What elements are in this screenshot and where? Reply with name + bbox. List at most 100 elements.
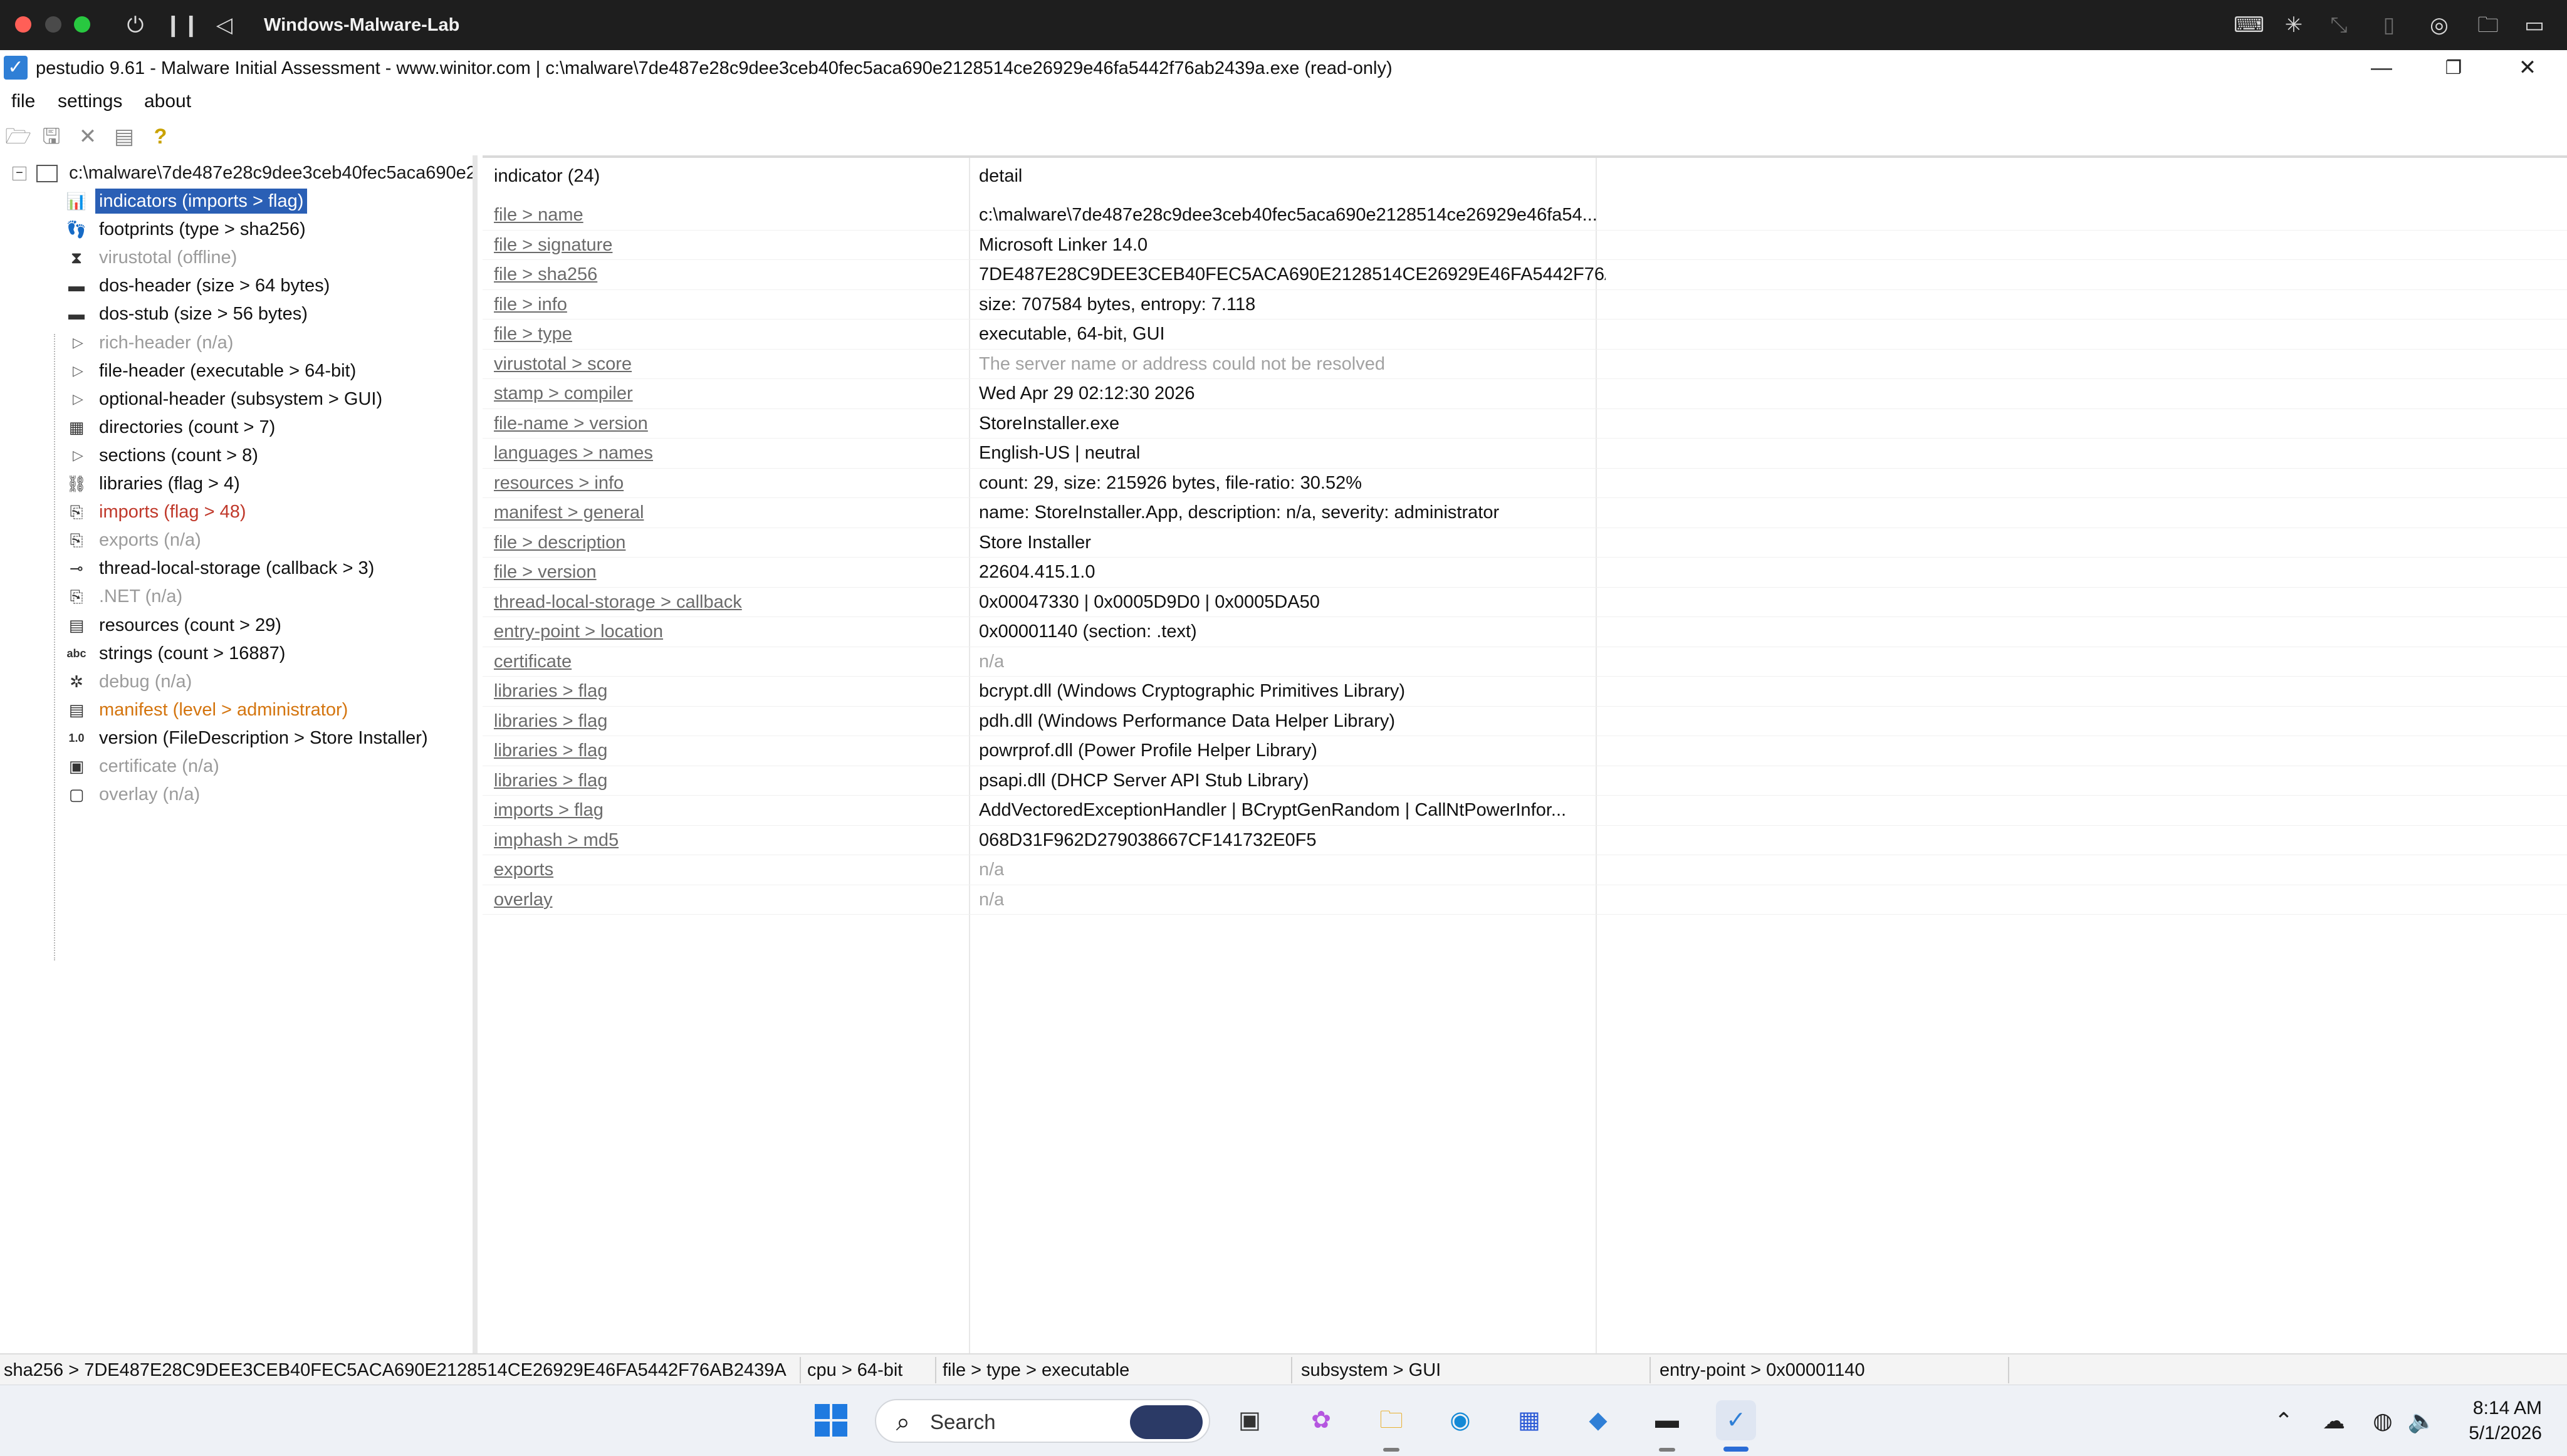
tree-node[interactable]: ▢ overlay (n/a) <box>0 780 473 808</box>
table-row[interactable]: file > info size: 707584 bytes, entropy: … <box>483 290 2567 320</box>
indicator-link[interactable]: libraries > flag <box>494 709 607 734</box>
tree-node[interactable]: 1.0 version (FileDescription > Store Inst… <box>0 724 473 752</box>
resize-icon[interactable]: ⤡ <box>2324 10 2354 40</box>
app-icon[interactable]: ◆ <box>1578 1400 1618 1440</box>
indicator-link[interactable]: file > name <box>494 202 583 227</box>
indicator-link[interactable]: file > description <box>494 530 625 555</box>
table-row[interactable]: file > version 22604.415.1.0 <box>483 558 2567 588</box>
table-row[interactable]: file > sha256 7DE487E28C9DEE3CEB40FEC5ACA… <box>483 260 2567 290</box>
folder-share-icon[interactable]: 🗀 <box>2473 10 2503 40</box>
indicator-link[interactable]: libraries > flag <box>494 738 607 763</box>
chevron-up-icon[interactable]: ⌃ <box>2267 1407 2300 1435</box>
tree-node[interactable]: ▷ optional-header (subsystem > GUI) <box>0 385 473 413</box>
table-row[interactable]: overlay n/a <box>483 885 2567 915</box>
tree-node[interactable]: ▦ directories (count > 7) <box>0 413 473 441</box>
expand-icon[interactable]: ▷ <box>73 445 85 466</box>
cloud-offline-icon[interactable]: ☁ <box>2318 1407 2350 1435</box>
restore-button[interactable]: ❐ <box>2419 50 2488 86</box>
keyboard-icon[interactable]: ⌨ <box>2234 10 2264 40</box>
tree-node[interactable]: ⧗ virustotal (offline) <box>0 243 473 271</box>
table-row[interactable]: libraries > flag psapi.dll (DHCP Server A… <box>483 766 2567 796</box>
table-row[interactable]: manifest > general name: StoreInstaller.A… <box>483 498 2567 528</box>
indicator-link[interactable]: file > type <box>494 321 572 346</box>
tree-node[interactable]: ▣ certificate (n/a) <box>0 752 473 780</box>
indicator-link[interactable]: file > version <box>494 559 597 585</box>
table-row[interactable]: imports > flag AddVectoredExceptionHandle… <box>483 796 2567 826</box>
minimize-button[interactable]: — <box>2347 50 2416 86</box>
close-file-icon[interactable]: ✕ <box>75 124 100 149</box>
table-row[interactable]: resources > info count: 29, size: 215926 … <box>483 469 2567 498</box>
table-row[interactable]: certificate n/a <box>483 647 2567 677</box>
tree-node[interactable]: ⎘ .NET (n/a) <box>0 582 473 610</box>
open-icon[interactable]: 🗁 <box>5 124 31 149</box>
indicator-link[interactable]: imphash > md5 <box>494 828 619 853</box>
clipboard-icon[interactable]: ▤ <box>112 124 137 149</box>
indicator-link[interactable]: manifest > general <box>494 500 644 525</box>
start-button[interactable] <box>811 1400 851 1440</box>
menu-about[interactable]: about <box>144 90 191 113</box>
tree-node[interactable]: 📊 indicators (imports > flag) <box>0 187 473 215</box>
tree-node[interactable]: ▷ file-header (executable > 64-bit) <box>0 356 473 385</box>
help-icon[interactable]: ? <box>148 124 173 149</box>
indicator-link[interactable]: entry-point > location <box>494 619 663 644</box>
table-row[interactable]: file-name > version StoreInstaller.exe <box>483 409 2567 439</box>
pause-icon[interactable]: ❙❙ <box>164 10 200 40</box>
tree-node[interactable]: abc strings (count > 16887) <box>0 639 473 667</box>
expand-icon[interactable]: ▷ <box>73 360 85 382</box>
indicator-link[interactable]: libraries > flag <box>494 679 607 704</box>
copilot-icon[interactable]: ✿ <box>1301 1400 1341 1440</box>
tree-node[interactable]: ▬ dos-stub (size > 56 bytes) <box>0 299 473 328</box>
store-icon[interactable]: ▦ <box>1509 1400 1549 1440</box>
close-button[interactable]: ✕ <box>2493 50 2562 86</box>
vm-minimize-button[interactable] <box>45 16 61 33</box>
back-icon[interactable]: ◁ <box>209 10 239 40</box>
tree-node[interactable]: ▷ sections (count > 8) <box>0 441 473 469</box>
tree-node[interactable]: ✲ debug (n/a) <box>0 667 473 695</box>
pestudio-taskbar-icon[interactable]: ✓ <box>1716 1400 1756 1440</box>
tree-node[interactable]: ⎘ imports (flag > 48) <box>0 497 473 526</box>
table-row[interactable]: thread-local-storage > callback 0x0004733… <box>483 588 2567 617</box>
indicator-link[interactable]: virustotal > score <box>494 351 632 377</box>
power-icon[interactable]: ⏻ <box>120 10 150 40</box>
table-row[interactable]: imphash > md5 068D31F962D279038667CF14173… <box>483 826 2567 855</box>
tree-node[interactable]: ▷ rich-header (n/a) <box>0 328 473 356</box>
indicator-link[interactable]: file > info <box>494 292 567 317</box>
table-row[interactable]: file > type executable, 64-bit, GUI <box>483 320 2567 350</box>
expand-icon[interactable]: ▷ <box>73 332 85 353</box>
task-view-icon[interactable]: ▣ <box>1230 1400 1270 1440</box>
tree-node[interactable]: ▤ resources (count > 29) <box>0 611 473 639</box>
indicator-link[interactable]: libraries > flag <box>494 768 607 793</box>
save-icon[interactable]: 🖫 <box>39 124 64 149</box>
tree-node[interactable]: ▬ dos-header (size > 64 bytes) <box>0 271 473 299</box>
table-row[interactable]: stamp > compiler Wed Apr 29 02:12:30 2026 <box>483 379 2567 409</box>
indicator-link[interactable]: exports <box>494 857 553 882</box>
taskbar-search[interactable]: ⌕ Search <box>875 1399 1210 1443</box>
terminal-icon[interactable]: ▬ <box>1647 1400 1687 1440</box>
menu-file[interactable]: file <box>11 90 35 113</box>
tree-node[interactable]: ⛓ libraries (flag > 4) <box>0 469 473 497</box>
table-row[interactable]: file > name c:\malware\7de487e28c9dee3ceb… <box>483 200 2567 231</box>
table-row[interactable]: libraries > flag powrprof.dll (Power Prof… <box>483 736 2567 766</box>
clock-date[interactable]: 5/1/2026 <box>2448 1422 2542 1445</box>
tree-node[interactable]: 👣 footprints (type > sha256) <box>0 215 473 243</box>
table-row[interactable]: libraries > flag bcrypt.dll (Windows Cryp… <box>483 677 2567 707</box>
indicator-link[interactable]: stamp > compiler <box>494 381 633 406</box>
vm-zoom-button[interactable] <box>74 16 90 33</box>
table-row[interactable]: languages > names English-US | neutral <box>483 439 2567 469</box>
table-row[interactable]: libraries > flag pdh.dll (Windows Perform… <box>483 707 2567 736</box>
network-icon[interactable]: ◎ <box>2424 10 2454 40</box>
indicator-link[interactable]: file > signature <box>494 232 612 257</box>
tree-node[interactable]: ⊸ thread-local-storage (callback > 3) <box>0 554 473 582</box>
indicator-link[interactable]: overlay <box>494 887 553 912</box>
tree-node[interactable]: ⎘ exports (n/a) <box>0 526 473 554</box>
file-explorer-icon[interactable]: 🗀 <box>1371 1400 1411 1440</box>
expand-icon[interactable]: ▷ <box>73 388 85 410</box>
clock-time[interactable]: 8:14 AM <box>2448 1396 2542 1420</box>
column-header-detail[interactable]: detail <box>979 158 1022 194</box>
indicator-link[interactable]: imports > flag <box>494 798 604 823</box>
column-header-indicator[interactable]: indicator (24) <box>494 158 600 194</box>
indicator-link[interactable]: thread-local-storage > callback <box>494 590 742 615</box>
volume-icon[interactable]: 🔈 <box>2405 1407 2438 1435</box>
vm-close-button[interactable] <box>15 16 31 33</box>
indicator-link[interactable]: resources > info <box>494 471 624 496</box>
